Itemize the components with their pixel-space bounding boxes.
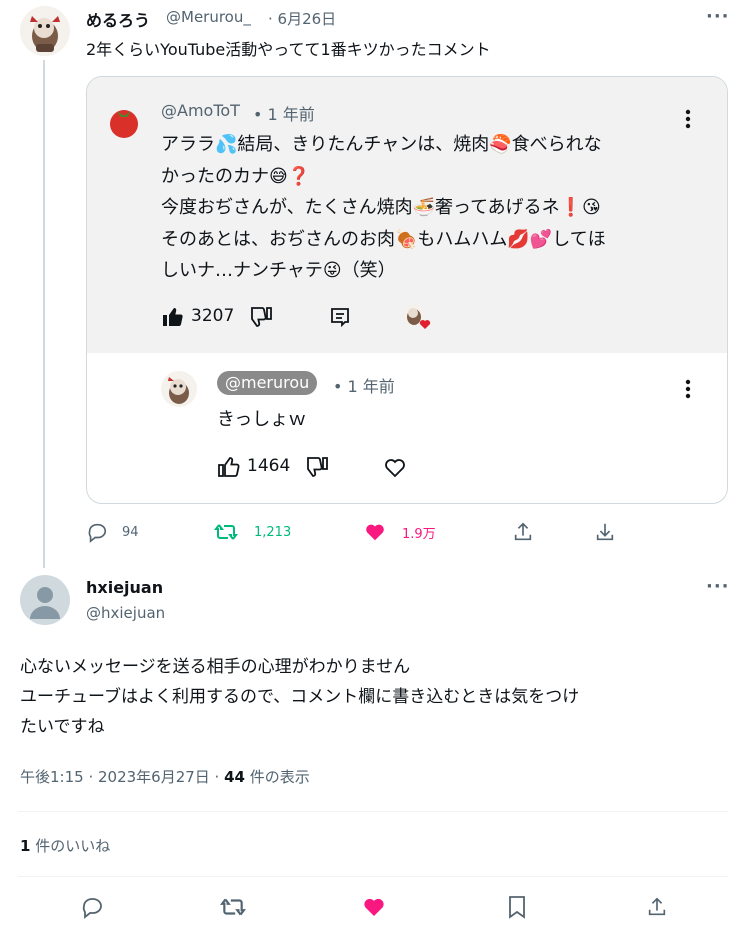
comment-line: そのあとは、おぢさんのお肉🍖もハムハム💋💕してほ [161,228,606,250]
author-handle[interactable]: @Merurou_ [166,8,251,26]
tweet-line: たいですね [20,717,105,737]
comment-line: しいナ…ナンチャテ😜（笑） [161,260,396,281]
comment-author: @AmoToT [161,101,240,120]
comment-icon [329,306,351,332]
tweet-meta: 午後1:15 · 2023年6月27日 · 44 件の表示 [20,766,310,787]
share-icon[interactable] [512,521,534,547]
more-icon[interactable]: ··· [706,576,730,597]
tweet-line: 心ないメッセージを送る相手の心理がわかりません [20,657,411,677]
tweet-line: ユーチューブはよく利用するので、コメント欄に書き込むときは気をつけ [20,687,580,707]
tweet-text: 心ないメッセージを送る相手の心理がわかりません ユーチューブはよく利用するので、… [20,652,579,742]
divider [18,811,728,812]
creator-heart-avatar [401,301,433,333]
reply-count: 94 [122,524,139,540]
reply-like-count: 1464 [247,456,291,476]
reply-icon[interactable] [80,895,104,923]
retweet-icon [214,524,238,540]
like-summary[interactable]: 1 件のいいね [20,835,110,856]
thread-line [43,60,45,568]
avatar[interactable] [20,575,70,625]
like-summary-count: 1 [20,837,31,855]
like-icon[interactable] [362,895,386,923]
comment-line: アララ💦結局、きりたんチャンは、焼肉🍣食べられな [161,134,602,155]
thumbs-up-icon [217,455,241,483]
retweet-count: 1,213 [254,524,292,540]
heart-outline-icon [383,455,407,483]
view-label: 件の表示 [244,768,310,786]
like-button[interactable]: 1.9万 [364,521,436,543]
reply-more-icon [685,379,691,403]
reply-avatar [161,371,197,407]
comment-like-count: 3207 [191,306,235,326]
author-name[interactable]: hxiejuan [86,578,163,597]
reply-icon [88,523,107,543]
view-count: 44 [224,768,245,786]
bookmark-icon[interactable] [506,895,528,923]
thumbs-down-icon [305,455,329,483]
retweet-icon[interactable] [220,895,246,923]
comment-line: 今度おぢさんが、たくさん焼肉🍜奢ってあげるネ❗😘 [161,197,601,218]
reply-button[interactable]: 94 [86,521,139,543]
author-name[interactable]: めるろう [86,7,150,31]
like-icon [366,524,384,541]
retweet-button[interactable]: 1,213 [214,521,291,543]
like-count: 1.9万 [402,526,436,542]
download-icon[interactable] [594,521,616,547]
reply-author-chip: @merurou [217,371,318,395]
author-handle[interactable]: @hxiejuan [86,604,165,622]
more-icon[interactable]: ··· [706,6,730,27]
commenter-avatar [107,105,141,139]
thumbs-up-icon [161,305,185,333]
thumbs-down-icon [249,305,273,333]
comment-line: かったのカナ😅❓ [161,165,311,187]
divider [18,876,728,877]
reply-text: きっしょｗ [217,409,307,430]
avatar[interactable] [20,6,70,56]
media-image[interactable]: @AmoToT • 1 年前 アララ💦結局、きりたんチャンは、焼肉🍣食べられな … [86,76,728,504]
share-icon[interactable] [646,895,668,923]
like-summary-label: 件のいいね [30,837,111,855]
comment-time: • 1 年前 [253,105,315,124]
tweet-text: 2年くらいYouTube活動やってて1番キツかったコメント [86,40,491,59]
comment-body: アララ💦結局、きりたんチャンは、焼肉🍣食べられな かったのカナ😅❓ 今度おぢさん… [161,129,701,287]
tweet-date[interactable]: · 6月26日 [268,8,336,29]
reply-author: @merurou [225,373,310,392]
tweet-timestamp[interactable]: 午後1:15 · 2023年6月27日 · [20,768,224,786]
reply-time: • 1 年前 [333,377,395,396]
